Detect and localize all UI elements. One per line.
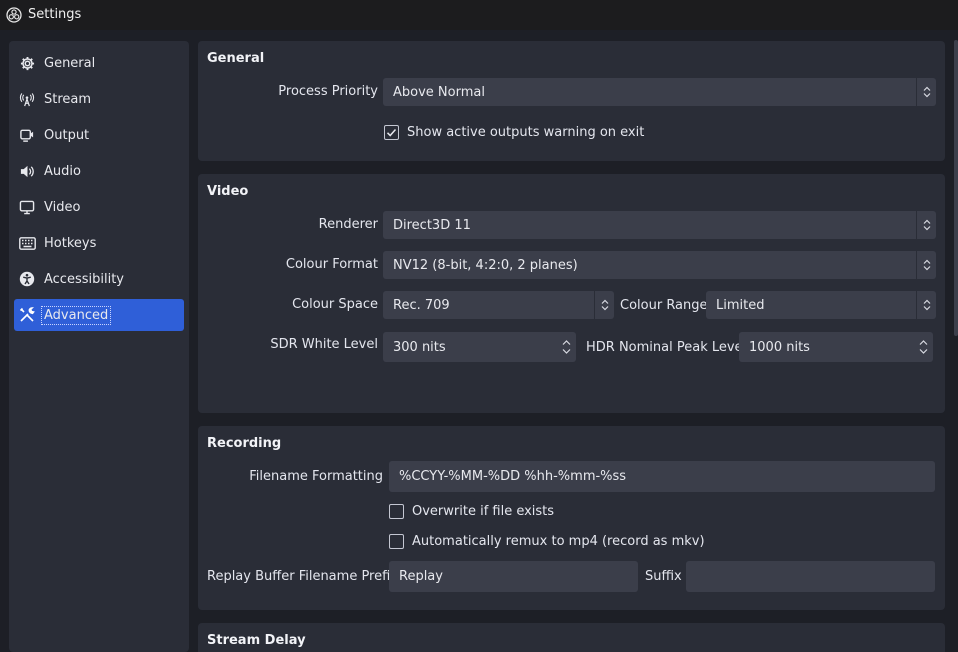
general-section: General Process Priority Above Normal Sh… xyxy=(198,41,945,161)
remux-checkbox[interactable] xyxy=(389,534,404,549)
suffix-label: Suffix xyxy=(645,569,682,584)
window-title: Settings xyxy=(28,7,82,22)
sidebar-item-label: Accessibility xyxy=(44,271,124,287)
vertical-scrollbar[interactable] xyxy=(952,30,958,652)
colour-space-label: Colour Space xyxy=(292,297,378,312)
suffix-input[interactable] xyxy=(686,561,935,592)
sidebar-item-label: Hotkeys xyxy=(44,235,97,251)
colour-range-select[interactable]: Limited xyxy=(706,291,936,319)
up-down-arrows-icon xyxy=(594,291,614,319)
colour-format-value: NV12 (8-bit, 4:2:0, 2 planes) xyxy=(393,257,578,273)
monitor-icon xyxy=(18,198,36,216)
overwrite-checkbox[interactable] xyxy=(389,504,404,519)
show-warning-label: Show active outputs warning on exit xyxy=(407,125,645,140)
up-down-arrows-icon xyxy=(916,291,936,319)
replay-prefix-input[interactable]: Replay xyxy=(389,561,638,592)
video-section: Video Renderer Direct3D 11 Colour Format… xyxy=(198,174,945,413)
overwrite-label: Overwrite if file exists xyxy=(412,504,555,519)
settings-sidebar: General Stream Output Audio Video Hotkey… xyxy=(9,41,189,652)
section-title-stream-delay: Stream Delay xyxy=(207,633,306,648)
remux-label: Automatically remux to mp4 (record as mk… xyxy=(412,534,705,549)
renderer-value: Direct3D 11 xyxy=(393,217,471,233)
renderer-select[interactable]: Direct3D 11 xyxy=(383,211,936,239)
up-down-arrows-icon xyxy=(916,78,936,106)
colour-format-select[interactable]: NV12 (8-bit, 4:2:0, 2 planes) xyxy=(383,251,936,279)
process-priority-label: Process Priority xyxy=(278,84,378,99)
renderer-label: Renderer xyxy=(318,217,378,232)
sidebar-item-label: General xyxy=(44,55,96,71)
section-title-video: Video xyxy=(207,184,249,199)
keyboard-icon xyxy=(18,234,36,252)
show-warning-checkbox-row[interactable]: Show active outputs warning on exit xyxy=(384,125,644,140)
filename-formatting-label: Filename Formatting xyxy=(249,469,383,484)
recording-section: Recording Filename Formatting %CCYY-%MM-… xyxy=(198,426,945,610)
sidebar-item-label: Stream xyxy=(44,91,92,107)
sdr-white-level-spinbox[interactable]: 300 nits xyxy=(383,332,576,362)
replay-prefix-label: Replay Buffer Filename Prefix xyxy=(207,569,398,584)
sidebar-item-label: Video xyxy=(44,199,81,215)
process-priority-select[interactable]: Above Normal xyxy=(383,78,936,106)
sidebar-item-label: Audio xyxy=(44,163,81,179)
spin-arrows-icon[interactable] xyxy=(913,332,933,362)
sidebar-item-hotkeys[interactable]: Hotkeys xyxy=(14,227,184,259)
stream-delay-section: Stream Delay xyxy=(198,623,945,652)
section-title-recording: Recording xyxy=(207,436,282,451)
sidebar-item-stream[interactable]: Stream xyxy=(14,83,184,115)
hdr-peak-level-label: HDR Nominal Peak Level xyxy=(586,340,747,355)
sidebar-item-advanced[interactable]: Advanced xyxy=(14,299,184,331)
remux-checkbox-row[interactable]: Automatically remux to mp4 (record as mk… xyxy=(389,534,705,549)
title-bar: Settings xyxy=(0,0,958,30)
colour-space-value: Rec. 709 xyxy=(393,297,450,313)
accessibility-icon xyxy=(18,270,36,288)
spin-arrows-icon[interactable] xyxy=(556,332,576,362)
hdr-peak-level-value: 1000 nits xyxy=(749,339,810,355)
sdr-white-level-value: 300 nits xyxy=(393,339,446,355)
sidebar-item-general[interactable]: General xyxy=(14,47,184,79)
colour-space-select[interactable]: Rec. 709 xyxy=(383,291,614,319)
process-priority-value: Above Normal xyxy=(393,84,485,100)
section-title-general: General xyxy=(207,51,265,66)
scrollbar-thumb[interactable] xyxy=(954,40,958,336)
hdr-peak-level-spinbox[interactable]: 1000 nits xyxy=(739,332,933,362)
filename-formatting-input[interactable]: %CCYY-%MM-%DD %hh-%mm-%ss xyxy=(389,461,935,492)
up-down-arrows-icon xyxy=(916,251,936,279)
colour-range-label: Colour Range xyxy=(620,298,708,313)
up-down-arrows-icon xyxy=(916,211,936,239)
tools-icon xyxy=(18,306,36,324)
overwrite-checkbox-row[interactable]: Overwrite if file exists xyxy=(389,504,554,519)
sidebar-item-output[interactable]: Output xyxy=(14,119,184,151)
sidebar-item-accessibility[interactable]: Accessibility xyxy=(14,263,184,295)
sdr-white-level-label: SDR White Level xyxy=(270,337,378,352)
sidebar-item-label: Advanced xyxy=(40,305,112,325)
sidebar-item-audio[interactable]: Audio xyxy=(14,155,184,187)
output-camera-icon xyxy=(18,126,36,144)
colour-format-label: Colour Format xyxy=(285,257,378,272)
show-warning-checkbox[interactable] xyxy=(384,125,399,140)
gear-icon xyxy=(18,54,36,72)
speaker-icon xyxy=(18,162,36,180)
sidebar-item-label: Output xyxy=(44,127,90,143)
obs-logo-icon xyxy=(6,7,22,23)
replay-prefix-value: Replay xyxy=(399,569,443,584)
colour-range-value: Limited xyxy=(716,297,765,313)
sidebar-item-video[interactable]: Video xyxy=(14,191,184,223)
filename-formatting-value: %CCYY-%MM-%DD %hh-%mm-%ss xyxy=(399,469,627,484)
antenna-icon xyxy=(18,90,36,108)
